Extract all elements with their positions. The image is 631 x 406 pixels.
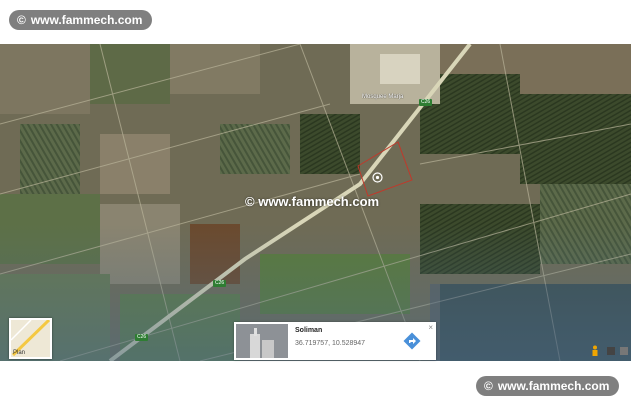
location-pin-icon[interactable]	[372, 172, 383, 183]
map-type-toggle[interactable]: Plan	[9, 318, 52, 359]
close-icon[interactable]: ×	[428, 323, 433, 332]
watermark-top: © www.fammech.com	[9, 10, 153, 30]
location-info-card[interactable]: Soliman 36.719757, 10.528947 ×	[234, 322, 436, 360]
road-badge: C26	[419, 99, 433, 106]
location-thumbnail[interactable]	[236, 324, 288, 358]
watermark-top-text: www.fammech.com	[30, 13, 143, 27]
location-coordinates: 36.719757, 10.528947	[295, 340, 366, 347]
building-photo	[236, 324, 288, 358]
watermark-bottom-text: www.fammech.com	[497, 379, 610, 393]
watermark-bottom: © www.fammech.com	[476, 376, 620, 396]
copyright-icon: ©	[245, 194, 259, 209]
copyright-icon: ©	[484, 379, 493, 393]
map-layer-icon[interactable]	[619, 346, 629, 356]
watermark-center: © www.fammech.com	[245, 194, 379, 209]
road-badge: C26	[213, 280, 227, 287]
road-badge: C26	[135, 334, 149, 341]
poi-label-mosque[interactable]: Mosquee Marja	[362, 94, 403, 100]
copyright-icon: ©	[17, 13, 26, 27]
pegman-icon[interactable]	[591, 345, 599, 357]
location-title: Soliman	[295, 327, 323, 334]
directions-icon[interactable]	[403, 332, 421, 350]
map-expand-icon[interactable]	[606, 346, 616, 356]
watermark-center-text: www.fammech.com	[258, 194, 380, 209]
minimap-label: Plan	[13, 350, 26, 356]
